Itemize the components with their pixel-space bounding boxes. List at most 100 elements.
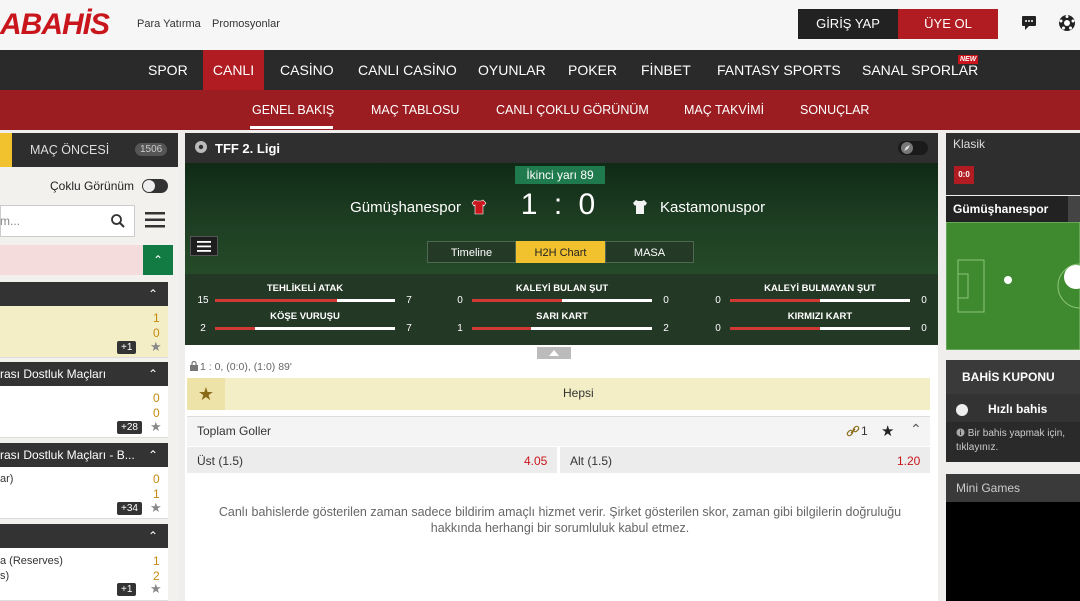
odd-value: 4.05 <box>524 454 548 468</box>
chevron-up-icon[interactable]: ⌃ <box>143 245 173 275</box>
stat-bar-home <box>472 299 562 302</box>
tracker-tab[interactable] <box>1068 196 1080 222</box>
league-header[interactable]: rası Dostluk Maçları ⌃ <box>0 362 168 386</box>
nav-casino[interactable]: CASİNO <box>280 50 334 90</box>
star-icon[interactable]: ★ <box>150 419 162 435</box>
tab-table[interactable]: MASA <box>605 241 694 263</box>
league-header[interactable]: rası Dostluk Maçları - B... ⌃ <box>0 443 168 467</box>
tab-h2h-chart[interactable]: H2H Chart <box>516 241 605 263</box>
nav-finbet[interactable]: FİNBET <box>641 50 691 90</box>
stat-bar-home <box>472 327 531 330</box>
nav-sport[interactable]: SPOR <box>148 50 188 90</box>
mini-games-header[interactable]: Mini Games <box>946 474 1080 502</box>
stat-label: TEHLİKELİ ATAK <box>266 283 344 294</box>
stat-label: SARI KART <box>536 311 588 322</box>
compass-icon <box>901 142 913 154</box>
chevron-up-icon[interactable]: ⌃ <box>148 443 158 467</box>
match-row[interactable]: 0 0 +28 ★ <box>0 386 168 438</box>
score-away: 1 <box>153 487 160 501</box>
info-icon <box>956 428 965 437</box>
new-badge: NEW <box>958 55 979 64</box>
scoreboard-icon[interactable]: 0:0 <box>954 166 974 184</box>
odd-value: 1.20 <box>897 454 921 468</box>
info-text: Bir bahis yapmak için, tıklayınız. <box>956 428 1066 453</box>
tab-live-indicator[interactable] <box>0 133 12 167</box>
prematch-count: 1506 <box>135 143 168 156</box>
collapse-button[interactable] <box>537 347 571 359</box>
markets-count[interactable]: +1 <box>117 341 137 354</box>
subnav-overview[interactable]: GENEL BAKIŞ <box>252 90 334 130</box>
stat-home: 0 <box>715 295 721 306</box>
menu-icon[interactable] <box>190 236 218 256</box>
main-nav: SPOR CANLI CASİNO CANLI CASİNO OYUNLAR P… <box>0 50 1080 90</box>
login-button[interactable]: GİRİŞ YAP <box>798 9 898 39</box>
match-row[interactable]: ar) 0 1 +34 ★ <box>0 467 168 519</box>
match-period: İkinci yarı 89 <box>515 166 605 184</box>
chevron-up-icon[interactable]: ⌃ <box>148 282 158 306</box>
search-icon[interactable] <box>110 213 126 229</box>
filter-all[interactable]: Hepsi <box>563 386 594 400</box>
subnav-multi-view[interactable]: CANLI ÇOKLU GÖRÜNÜM <box>496 90 649 130</box>
away-jersey-icon <box>633 200 647 214</box>
chevron-up-icon[interactable]: ⌃ <box>910 421 922 438</box>
nav-live[interactable]: CANLI <box>203 50 264 90</box>
ball-icon[interactable] <box>1058 14 1076 32</box>
subnav-results[interactable]: SONUÇLAR <box>800 90 869 130</box>
match-row[interactable]: a (Reserves) s) 1 2 +1 ★ <box>0 548 168 601</box>
star-icon[interactable]: ★ <box>150 500 162 516</box>
link-deposit[interactable]: Para Yatırma <box>137 18 201 30</box>
view-select-value: Klasik <box>953 137 986 151</box>
stat-label: KIRMIZI KART <box>787 311 853 322</box>
nav-games[interactable]: OYUNLAR <box>478 50 546 90</box>
disclaimer-text: Canlı bahislerde gösterilen zaman sadece… <box>218 505 902 535</box>
star-icon[interactable]: ★ <box>150 339 162 355</box>
home-jersey-icon <box>471 199 487 215</box>
mini-games-area[interactable] <box>946 502 1080 601</box>
odd-under[interactable] <box>560 447 930 473</box>
markets-count[interactable]: +28 <box>117 421 142 434</box>
star-icon[interactable]: ★ <box>187 378 225 410</box>
away-team: Kastamonuspor <box>660 199 766 216</box>
favorites-bar[interactable] <box>0 245 143 275</box>
markets-count[interactable]: +34 <box>117 502 142 515</box>
stat-bar-home <box>730 327 820 330</box>
subnav-schedule[interactable]: MAÇ TAKVİMİ <box>684 90 764 130</box>
bet-slip-info-text: Bir bahis yapmak için, tıklayınız. <box>956 427 1076 455</box>
market-link-count: 1 <box>861 424 868 438</box>
nav-live-casino[interactable]: CANLI CASİNO <box>358 50 457 90</box>
league-header[interactable]: ⌃ <box>0 524 168 548</box>
star-icon[interactable]: ★ <box>881 422 894 440</box>
bet-slip-header[interactable]: BAHİS KUPONU <box>946 360 1080 394</box>
markets-count[interactable]: +1 <box>117 583 137 596</box>
league-title: TFF 2. Ligi <box>215 141 280 156</box>
chat-icon[interactable] <box>1020 14 1038 32</box>
score-away: 0 <box>153 406 160 420</box>
stat-label: KALEYİ BULMAYAN ŞUT <box>764 283 876 294</box>
view-select[interactable]: Klasik <box>946 133 1080 155</box>
football-icon <box>195 141 207 153</box>
league-header[interactable]: ⌃ <box>0 282 168 306</box>
stat-bar-home <box>215 299 337 302</box>
filter-menu-icon[interactable] <box>145 211 165 229</box>
signup-button[interactable]: ÜYE OL <box>898 9 998 39</box>
league-title: rası Dostluk Maçları - B... <box>0 448 135 462</box>
link-promotions[interactable]: Promosyonlar <box>212 18 280 30</box>
site-logo[interactable]: ABAHİS <box>0 8 110 42</box>
home-team: Gümüşhanespor <box>350 199 461 216</box>
score-away: 0 <box>153 326 160 340</box>
quick-bet-toggle[interactable] <box>955 403 981 417</box>
stat-home: 0 <box>457 295 463 306</box>
market-header[interactable] <box>187 416 930 446</box>
chevron-up-icon[interactable]: ⌃ <box>148 362 158 386</box>
nav-fantasy[interactable]: FANTASY SPORTS <box>717 50 841 90</box>
nav-poker[interactable]: POKER <box>568 50 617 90</box>
market-filter-bar[interactable] <box>187 378 930 410</box>
star-icon[interactable]: ★ <box>150 581 162 597</box>
subnav-match-table[interactable]: MAÇ TABLOSU <box>371 90 459 130</box>
chevron-up-icon[interactable]: ⌃ <box>148 524 158 548</box>
multi-view-toggle[interactable] <box>142 179 168 193</box>
link-icon <box>846 425 860 437</box>
tab-timeline[interactable]: Timeline <box>427 241 516 263</box>
match-row[interactable]: 1 0 +1 ★ <box>0 306 168 358</box>
stat-bar-home <box>215 327 255 330</box>
